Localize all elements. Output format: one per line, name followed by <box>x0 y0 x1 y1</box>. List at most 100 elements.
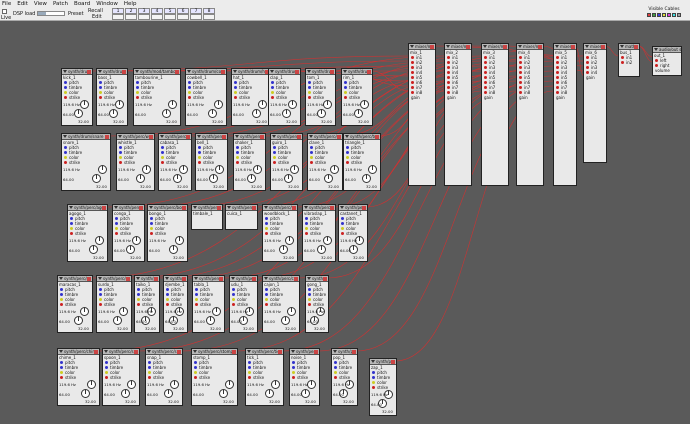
inlet-jack-icon[interactable] <box>99 298 102 301</box>
inlet-jack-icon[interactable] <box>273 156 276 159</box>
timbre-knob[interactable] <box>362 174 371 183</box>
inlet-jack-icon[interactable] <box>99 303 102 306</box>
inlet-jack-icon[interactable] <box>195 288 198 291</box>
inlet-jack-icon[interactable] <box>308 293 311 296</box>
inlet-jack-icon[interactable] <box>60 371 63 374</box>
inlet-jack-icon[interactable] <box>484 76 487 79</box>
timbre-knob[interactable] <box>136 174 145 183</box>
inlet-jack-icon[interactable] <box>64 151 67 154</box>
menu-help[interactable]: Help <box>124 1 137 7</box>
inlet-jack-icon[interactable] <box>310 161 313 164</box>
collapse-icon[interactable] <box>197 135 201 138</box>
collapse-icon[interactable] <box>585 45 589 48</box>
inlet-jack-icon[interactable] <box>411 61 414 64</box>
preset-edit-8[interactable] <box>203 14 215 20</box>
inlet-jack-icon[interactable] <box>271 81 274 84</box>
outlet-icon[interactable] <box>352 349 356 354</box>
inlet-jack-icon[interactable] <box>411 66 414 69</box>
outlet-icon[interactable] <box>294 276 298 281</box>
outlet-icon[interactable] <box>126 276 130 281</box>
voice-module[interactable]: synth/perc/castanetcastanet_1pitchtimbre… <box>338 204 368 262</box>
pitch-knob[interactable] <box>175 236 184 245</box>
outlet-icon[interactable] <box>278 349 282 354</box>
inlet-jack-icon[interactable] <box>310 146 313 149</box>
outlet-icon[interactable] <box>314 349 318 354</box>
inlet-jack-icon[interactable] <box>119 161 122 164</box>
voice-module[interactable]: synth/perc/timbaletimbale_1 <box>191 204 223 230</box>
pitch-knob[interactable] <box>127 380 136 389</box>
timbre-knob[interactable] <box>317 109 326 118</box>
inlet-jack-icon[interactable] <box>273 161 276 164</box>
inlet-jack-icon[interactable] <box>265 293 268 296</box>
inlet-jack-icon[interactable] <box>372 371 375 374</box>
inlet-jack-icon[interactable] <box>308 288 311 291</box>
collapse-icon[interactable] <box>307 70 311 73</box>
inlet-jack-icon[interactable] <box>341 227 344 230</box>
menu-patch[interactable]: Patch <box>53 1 68 7</box>
inlet-jack-icon[interactable] <box>484 91 487 94</box>
inlet-jack-icon[interactable] <box>136 96 139 99</box>
inlet-jack-icon[interactable] <box>150 232 153 235</box>
inlet-jack-icon[interactable] <box>70 232 73 235</box>
voice-module[interactable]: synth/perc/ticktick_1pitchtimbrecolorstr… <box>245 348 284 406</box>
inlet-jack-icon[interactable] <box>119 156 122 159</box>
outlet-icon[interactable] <box>466 44 470 49</box>
inlet-jack-icon[interactable] <box>265 298 268 301</box>
pitch-knob[interactable] <box>95 236 104 245</box>
inlet-jack-icon[interactable] <box>292 361 295 364</box>
inlet-jack-icon[interactable] <box>234 81 237 84</box>
inlet-jack-icon[interactable] <box>188 86 191 89</box>
inlet-jack-icon[interactable] <box>411 76 414 79</box>
voice-module[interactable]: synth/perc/surdosurdo_1pitchtimbrecolors… <box>96 275 132 333</box>
timbre-knob[interactable] <box>121 389 130 398</box>
voice-module[interactable]: synth/perc/cabasacabasa_1pitchtimbrecolo… <box>158 133 192 191</box>
menu-file[interactable]: File <box>2 1 11 7</box>
inlet-jack-icon[interactable] <box>99 96 102 99</box>
pitch-knob[interactable] <box>80 100 89 109</box>
voice-module[interactable]: synth/perc/djembedjembe_1pitchtimbrecolo… <box>163 275 188 333</box>
inlet-jack-icon[interactable] <box>248 361 251 364</box>
outlet-icon[interactable] <box>182 205 186 210</box>
inlet-jack-icon[interactable] <box>99 293 102 296</box>
pitch-knob[interactable] <box>179 165 188 174</box>
inlet-jack-icon[interactable] <box>105 376 108 379</box>
preset-edit-5[interactable] <box>164 14 176 20</box>
inlet-jack-icon[interactable] <box>148 366 151 369</box>
inlet-jack-icon[interactable] <box>586 61 589 64</box>
pitch-knob[interactable] <box>87 380 96 389</box>
patch-cable[interactable] <box>637 45 654 58</box>
collapse-icon[interactable] <box>304 206 308 209</box>
inlet-jack-icon[interactable] <box>198 156 201 159</box>
outlet-icon[interactable] <box>177 349 181 354</box>
voice-module[interactable]: synth/drum/snarekick_1pitchtimbrecolorst… <box>61 68 93 126</box>
collapse-icon[interactable] <box>518 45 522 48</box>
inlet-jack-icon[interactable] <box>305 232 308 235</box>
timbre-knob[interactable] <box>92 174 101 183</box>
inlet-jack-icon[interactable] <box>60 293 63 296</box>
inlet-jack-icon[interactable] <box>99 81 102 84</box>
inlet-jack-icon[interactable] <box>346 161 349 164</box>
preset-edit-1[interactable] <box>112 14 124 20</box>
inlet-jack-icon[interactable] <box>161 161 164 164</box>
voice-module[interactable]: synth/perc/chimechime_1pitchtimbrecolors… <box>57 348 100 406</box>
collapse-icon[interactable] <box>654 48 658 51</box>
inlet-jack-icon[interactable] <box>484 71 487 74</box>
inlet-jack-icon[interactable] <box>292 376 295 379</box>
inlet-jack-icon[interactable] <box>334 361 337 364</box>
inlet-jack-icon[interactable] <box>99 86 102 89</box>
inlet-jack-icon[interactable] <box>194 361 197 364</box>
inlet-jack-icon[interactable] <box>411 56 414 59</box>
outlet-icon[interactable] <box>87 69 91 74</box>
inlet-jack-icon[interactable] <box>234 91 237 94</box>
inlet-jack-icon[interactable] <box>556 66 559 69</box>
collapse-icon[interactable] <box>620 45 624 48</box>
inlet-jack-icon[interactable] <box>194 371 197 374</box>
timbre-knob[interactable] <box>252 109 261 118</box>
inlet-jack-icon[interactable] <box>161 146 164 149</box>
inlet-jack-icon[interactable] <box>484 81 487 84</box>
mixer-module[interactable]: mixer/mix 8mix_5in1in2in3in4in5in6in7in8… <box>553 43 577 186</box>
pitch-knob[interactable] <box>323 236 332 245</box>
inlet-jack-icon[interactable] <box>271 86 274 89</box>
inlet-jack-icon[interactable] <box>447 86 450 89</box>
pitch-knob[interactable] <box>215 165 224 174</box>
